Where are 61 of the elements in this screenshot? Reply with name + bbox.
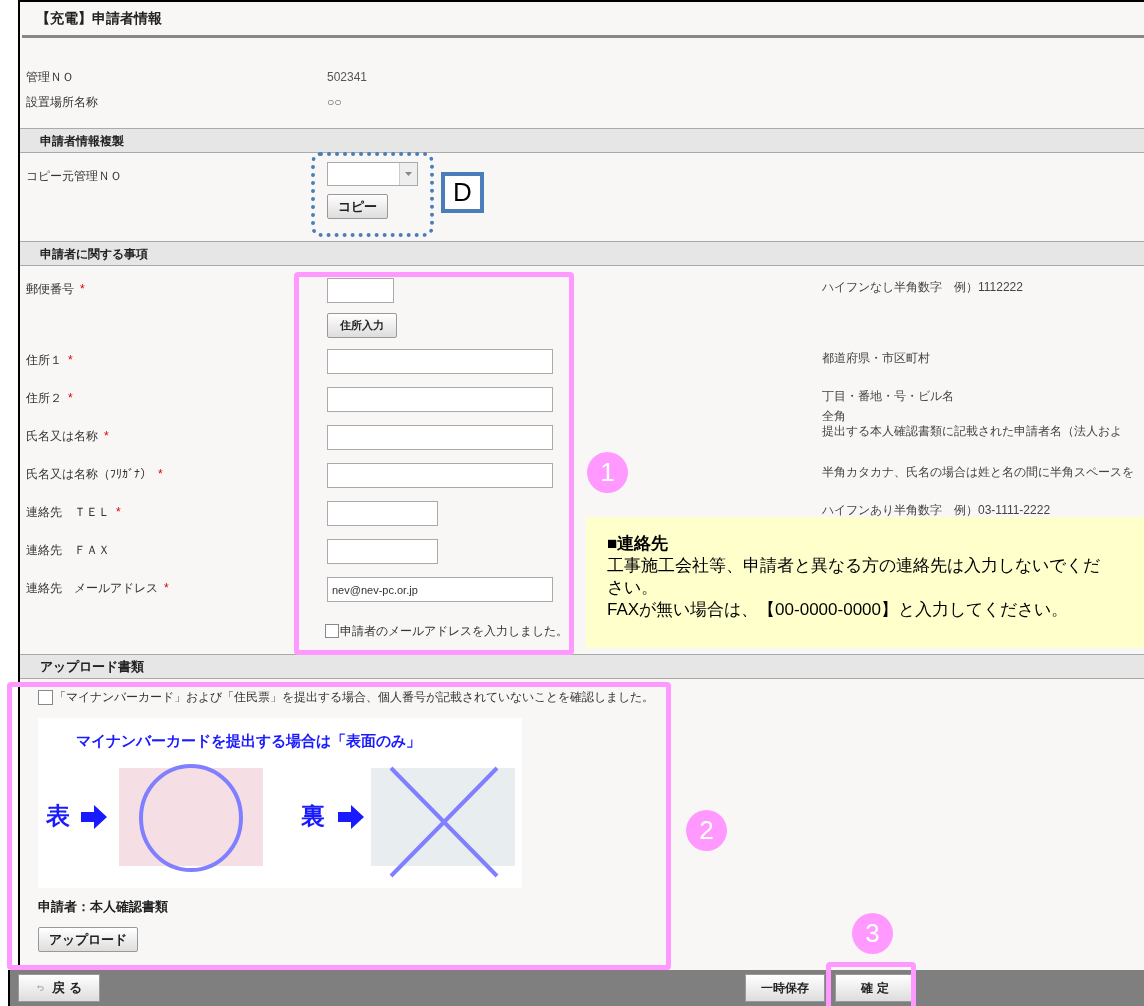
return-arrow-icon [36, 984, 45, 992]
input-field[interactable]: nev@nev-pc.or.jp [327, 577, 553, 602]
checkbox-label: 「マイナンバーカード」および「住民票」を提出する場合、個人番号が記載されていないことを確認しました。 [54, 690, 654, 706]
required-mark: * [68, 390, 73, 407]
input-field[interactable] [327, 349, 553, 374]
field-label: 氏名又は名称 [26, 428, 98, 445]
hint-text: 半角カタカナ、氏名の場合は姓と名の間に半角スペースを [822, 465, 1135, 480]
arrow-icon [338, 805, 364, 830]
section-heading: 申請者に関する事項 [40, 245, 148, 263]
caret-icon [405, 172, 412, 176]
field-label: 氏名又は名称（ﾌﾘｶﾞﾅ） [26, 466, 152, 483]
field-label: 管理ＮＯ [25, 69, 75, 86]
hint-text: ハイフンなし半角数字 例）1112222 [822, 280, 1024, 295]
document-label: 申請者：本人確認書類 [38, 899, 168, 917]
note-text: FAXが無い場合は、【00-0000-0000】と入力してください。 [607, 599, 1069, 621]
field-label: 設置場所名称 [25, 94, 99, 111]
hint-text: ハイフンあり半角数字 例）03-1111-2222 [822, 503, 1052, 518]
input-field[interactable] [327, 425, 553, 450]
field-label: コピー元管理ＮＯ [25, 168, 123, 185]
save-button[interactable]: 一時保存 [745, 974, 825, 1002]
required-mark: * [104, 428, 109, 445]
field-label: 住所２ [26, 390, 62, 407]
front-label: 表 [46, 804, 70, 829]
arrow-icon [81, 805, 107, 830]
hint-text: 都道府県・市区町村 [822, 351, 931, 366]
section-heading: アップロード書類 [40, 657, 144, 676]
annotation-marker: D [441, 172, 484, 213]
input-field[interactable] [327, 501, 438, 526]
back-button[interactable]: 戻 る [18, 974, 100, 1002]
hint-text: 全角 [822, 409, 847, 424]
illustration-heading: マイナンバーカードを提出する場合は「表面のみ」 [76, 731, 421, 752]
note-heading: ■連絡先 [607, 533, 670, 555]
required-mark: * [158, 466, 163, 483]
upload-button[interactable]: アップロード [38, 927, 138, 952]
dropdown[interactable] [327, 162, 418, 186]
note-text: 工事施工会社等、申請者と異なる方の連絡先は入力しないでください。 [607, 555, 1101, 599]
field-label: 連絡先 ＴＥＬ [26, 504, 110, 521]
field-label: 住所１ [26, 352, 62, 369]
field-value: 502341 [326, 69, 369, 86]
input-field[interactable] [327, 539, 438, 564]
checkbox-label: 申請者のメールアドレスを入力しました。 [340, 623, 568, 640]
hint-text: 丁目・番地・号・ビル名 [822, 389, 955, 404]
required-mark: * [116, 504, 121, 521]
required-mark: * [80, 281, 85, 298]
field-label: 連絡先 ＦＡＸ [26, 542, 110, 559]
section-heading: 申請者情報複製 [40, 132, 124, 150]
page-title: 【充電】申請者情報 [36, 10, 162, 26]
field-value: ○○ [326, 94, 343, 111]
checkbox[interactable] [325, 624, 339, 638]
field-label: 郵便番号 [26, 281, 74, 298]
copy-button[interactable]: コピー [327, 194, 388, 219]
input-field[interactable] [327, 387, 553, 412]
input-field[interactable] [327, 463, 553, 488]
back-label: 裏 [301, 804, 325, 829]
required-mark: * [68, 352, 73, 369]
address-lookup-button[interactable]: 住所入力 [327, 313, 397, 338]
field-label: 連絡先 メールアドレス [26, 580, 158, 597]
input-field[interactable] [327, 278, 394, 303]
hint-text: 提出する本人確認書類に記載された申請者名（法人およ [822, 424, 1123, 439]
required-mark: * [164, 580, 169, 597]
checkbox[interactable] [38, 690, 53, 706]
